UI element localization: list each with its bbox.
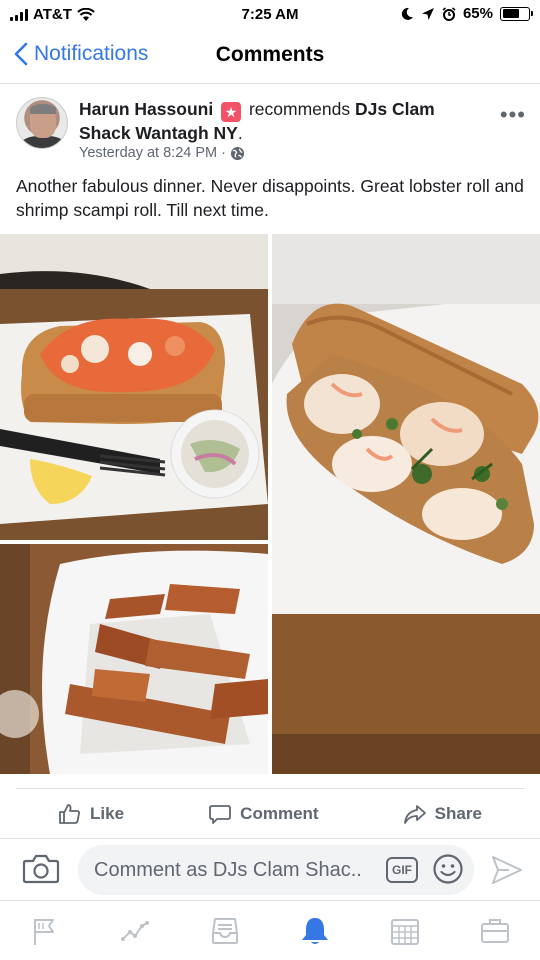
title-period: . [237, 123, 243, 143]
post-title: Harun Hassouni ★ recommends DJs Clam Sha… [79, 98, 469, 144]
calendar-icon [391, 918, 419, 945]
battery-icon [500, 6, 533, 21]
post-header: Harun Hassouni ★ recommends DJs Clam Sha… [0, 84, 540, 174]
do-not-disturb-icon [401, 7, 413, 20]
emoji-icon[interactable] [432, 853, 464, 885]
photo-lobster-roll[interactable] [0, 234, 268, 540]
battery-fill [502, 9, 519, 18]
photo-shrimp-roll[interactable] [272, 234, 540, 774]
comment-button[interactable]: Comment [208, 802, 319, 826]
send-icon[interactable] [491, 855, 523, 885]
page-title: Comments [215, 43, 325, 66]
notifications-bell-icon [302, 917, 328, 944]
recommends-text: recommends [248, 99, 351, 119]
post-timestamp[interactable]: Yesterday at 8:24 PM [79, 145, 217, 161]
post-text: Another fabulous dinner. Never disappoin… [16, 176, 524, 220]
more-options-button[interactable]: ••• [500, 102, 526, 128]
recommendation-badge-icon: ★ [221, 102, 242, 122]
nav-bar: Notifications Comments [0, 30, 540, 84]
tab-pages[interactable] [25, 911, 65, 951]
activity-icon [121, 920, 149, 941]
briefcase-icon [481, 918, 509, 943]
comment-bubble-icon [209, 804, 232, 824]
like-label: Like [90, 803, 125, 823]
status-bar: AT&T 7:25 AM 65% [0, 0, 540, 30]
share-button[interactable]: Share [403, 802, 482, 826]
tab-calendar[interactable] [385, 911, 425, 951]
comment-label: Comment [240, 803, 319, 823]
flag-icon [34, 918, 54, 945]
camera-icon[interactable] [22, 853, 60, 885]
tab-notifications[interactable] [295, 911, 335, 951]
status-right: 65% [400, 5, 533, 22]
photo-grid [0, 234, 540, 774]
post-meta: Yesterday at 8:24 PM · [79, 145, 245, 161]
author-name[interactable]: Harun Hassouni [79, 99, 213, 119]
post-action-bar: Like Comment Share [16, 788, 524, 838]
battery-percent: 65% [462, 5, 493, 22]
gif-button[interactable]: GIF [386, 857, 418, 883]
share-arrow-icon [403, 804, 426, 824]
alarm-icon [442, 6, 456, 21]
comment-composer: GIF [0, 838, 540, 900]
photo-fries[interactable] [0, 544, 268, 774]
like-button[interactable]: Like [58, 802, 124, 826]
globe-icon [230, 146, 245, 160]
avatar[interactable] [16, 97, 68, 149]
thumbs-up-icon [59, 803, 81, 824]
share-label: Share [434, 803, 482, 823]
tab-inbox[interactable] [205, 911, 245, 951]
location-icon [421, 7, 434, 20]
tab-insights[interactable] [115, 911, 155, 951]
inbox-icon [212, 917, 238, 944]
meta-separator: · [221, 145, 226, 161]
tab-business[interactable] [475, 911, 515, 951]
bottom-tab-bar [0, 900, 540, 960]
